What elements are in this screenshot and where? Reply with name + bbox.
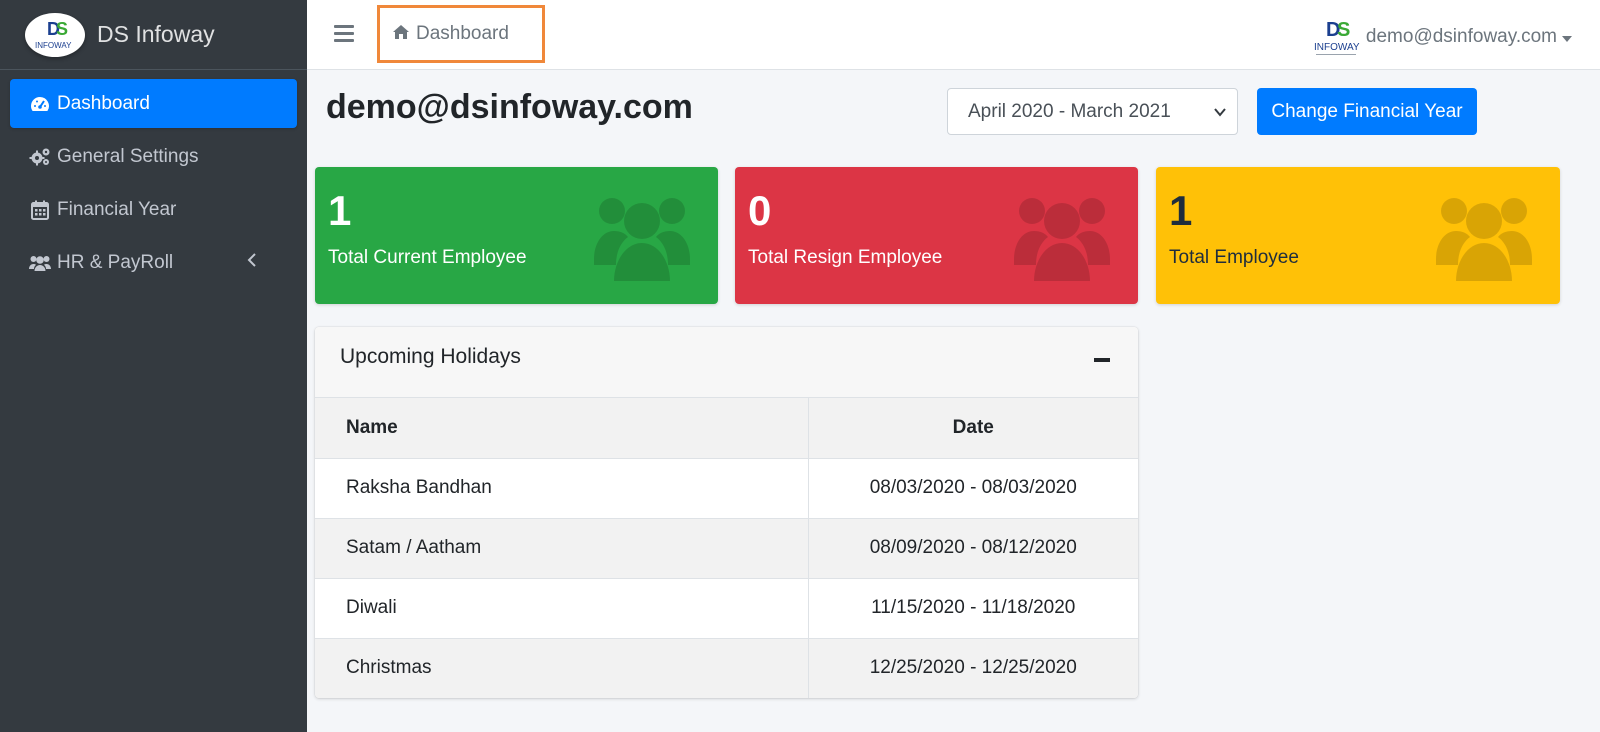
stat-label: Total Resign Employee xyxy=(748,247,943,268)
stat-value: 0 xyxy=(748,187,772,234)
sidebar-item-label: Dashboard xyxy=(57,92,150,114)
stat-label: Total Current Employee xyxy=(328,247,527,268)
chevron-down-icon xyxy=(1213,103,1227,125)
stat-value: 1 xyxy=(1169,187,1193,234)
user-avatar: D S INFOWAY xyxy=(1312,14,1360,60)
financial-year-select[interactable]: April 2020 - March 2021 xyxy=(947,88,1238,135)
svg-text:INFOWAY: INFOWAY xyxy=(1314,42,1360,53)
home-icon xyxy=(392,24,410,45)
holidays-table: Name Date Raksha Bandhan 08/03/2020 - 08… xyxy=(315,398,1138,698)
column-header-date[interactable]: Date xyxy=(808,398,1138,459)
holiday-date: 08/03/2020 - 08/03/2020 xyxy=(808,458,1138,519)
user-email: demo@dsinfoway.com xyxy=(1365,26,1557,47)
calendar-icon xyxy=(29,199,51,221)
collapse-minus-icon[interactable] xyxy=(1094,358,1110,362)
stat-box-current-employee[interactable]: 1 Total Current Employee xyxy=(315,167,718,304)
table-header-row: Name Date xyxy=(315,398,1138,459)
users-icon xyxy=(594,198,690,281)
upcoming-holidays-card: Upcoming Holidays Name Date Raksha Bandh… xyxy=(315,327,1138,698)
cogs-icon xyxy=(29,146,51,168)
sidebar-item-general-settings[interactable]: General Settings xyxy=(10,132,297,181)
sidebar-item-label: HR & PayRoll xyxy=(57,251,174,273)
stat-label: Total Employee xyxy=(1169,247,1299,268)
sidebar-item-label: Financial Year xyxy=(57,198,177,220)
holiday-name: Christmas xyxy=(315,638,809,698)
sidebar: D S INFOWAY DS Infoway Dashboard General… xyxy=(0,0,307,732)
users-icon xyxy=(29,252,51,274)
page-title: demo@dsinfoway.com xyxy=(326,88,693,126)
brand-name: DS Infoway xyxy=(97,21,215,47)
tachometer-icon xyxy=(29,93,51,115)
svg-text:S: S xyxy=(1337,19,1350,41)
user-menu[interactable]: D S INFOWAY demo@dsinfoway.com xyxy=(1312,14,1572,60)
card-header: Upcoming Holidays xyxy=(315,327,1138,398)
breadcrumb[interactable]: Dashboard xyxy=(377,5,545,63)
users-icon xyxy=(1436,198,1532,281)
card-title: Upcoming Holidays xyxy=(340,345,521,368)
sidebar-item-label: General Settings xyxy=(57,145,199,167)
table-row: Satam / Aatham 08/09/2020 - 08/12/2020 xyxy=(315,518,1138,579)
sidebar-item-hr-payroll[interactable]: HR & PayRoll xyxy=(10,238,297,287)
sidebar-item-dashboard[interactable]: Dashboard xyxy=(10,79,297,128)
holiday-name: Diwali xyxy=(315,578,809,639)
users-icon xyxy=(1014,198,1110,281)
table-row: Diwali 11/15/2020 - 11/18/2020 xyxy=(315,578,1138,639)
holiday-date: 12/25/2020 - 12/25/2020 xyxy=(808,638,1138,698)
brand[interactable]: D S INFOWAY DS Infoway xyxy=(0,0,307,70)
stat-box-resign-employee[interactable]: 0 Total Resign Employee xyxy=(735,167,1138,304)
holiday-name: Raksha Bandhan xyxy=(315,458,809,519)
sidebar-nav: Dashboard General Settings Financial Yea… xyxy=(0,70,307,300)
caret-down-icon xyxy=(1562,35,1572,42)
svg-text:INFOWAY: INFOWAY xyxy=(35,41,72,50)
stat-box-total-employee[interactable]: 1 Total Employee xyxy=(1156,167,1560,304)
column-header-name[interactable]: Name xyxy=(315,398,809,459)
topbar: Dashboard D S INFOWAY demo@dsinfoway.com xyxy=(307,0,1600,70)
svg-text:S: S xyxy=(56,19,68,39)
brand-logo: D S INFOWAY xyxy=(25,12,85,57)
chevron-left-icon xyxy=(247,252,257,274)
holiday-date: 11/15/2020 - 11/18/2020 xyxy=(808,578,1138,639)
table-row: Raksha Bandhan 08/03/2020 - 08/03/2020 xyxy=(315,458,1138,519)
financial-year-value: April 2020 - March 2021 xyxy=(968,100,1171,122)
breadcrumb-label: Dashboard xyxy=(416,23,509,44)
holiday-date: 08/09/2020 - 08/12/2020 xyxy=(808,518,1138,579)
sidebar-item-financial-year[interactable]: Financial Year xyxy=(10,185,297,234)
table-row: Christmas 12/25/2020 - 12/25/2020 xyxy=(315,638,1138,698)
holiday-name: Satam / Aatham xyxy=(315,518,809,579)
stat-value: 1 xyxy=(328,187,352,234)
menu-toggle-icon[interactable] xyxy=(334,25,354,45)
change-financial-year-button[interactable]: Change Financial Year xyxy=(1257,88,1477,135)
